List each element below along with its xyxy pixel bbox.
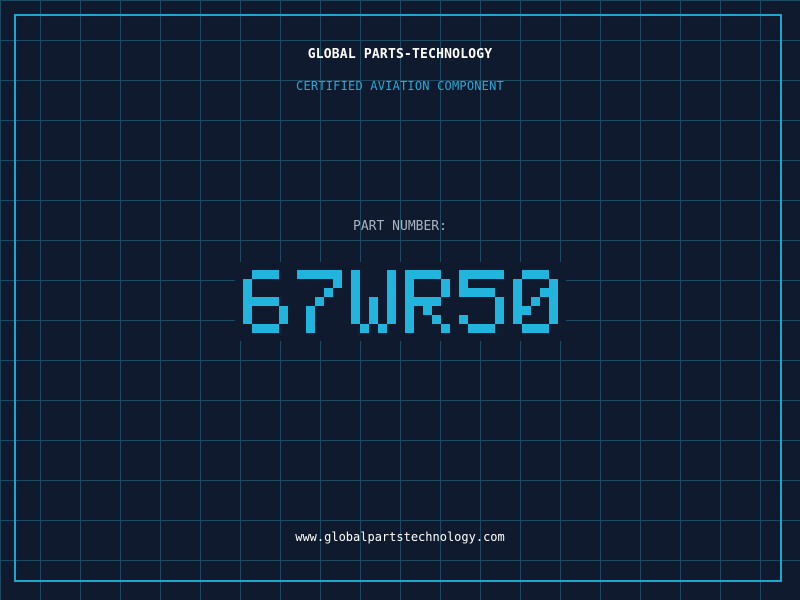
part-number-glyph-r [404, 270, 450, 333]
part-number-display [0, 262, 800, 341]
certification-tagline: CERTIFIED AVIATION COMPONENT [296, 79, 504, 93]
part-number-label: PART NUMBER: [353, 219, 447, 234]
website-url: www.globalpartstechnology.com [295, 530, 505, 544]
part-number-glyph-5 [458, 270, 504, 333]
part-number-glyph-w [350, 270, 396, 333]
brand-title: GLOBAL PARTS-TECHNOLOGY [307, 47, 493, 62]
part-number-glyph-0 [512, 270, 558, 333]
part-number-glyph-7 [296, 270, 342, 333]
part-number-glyph-6 [242, 270, 288, 333]
part-number-value [234, 262, 566, 341]
